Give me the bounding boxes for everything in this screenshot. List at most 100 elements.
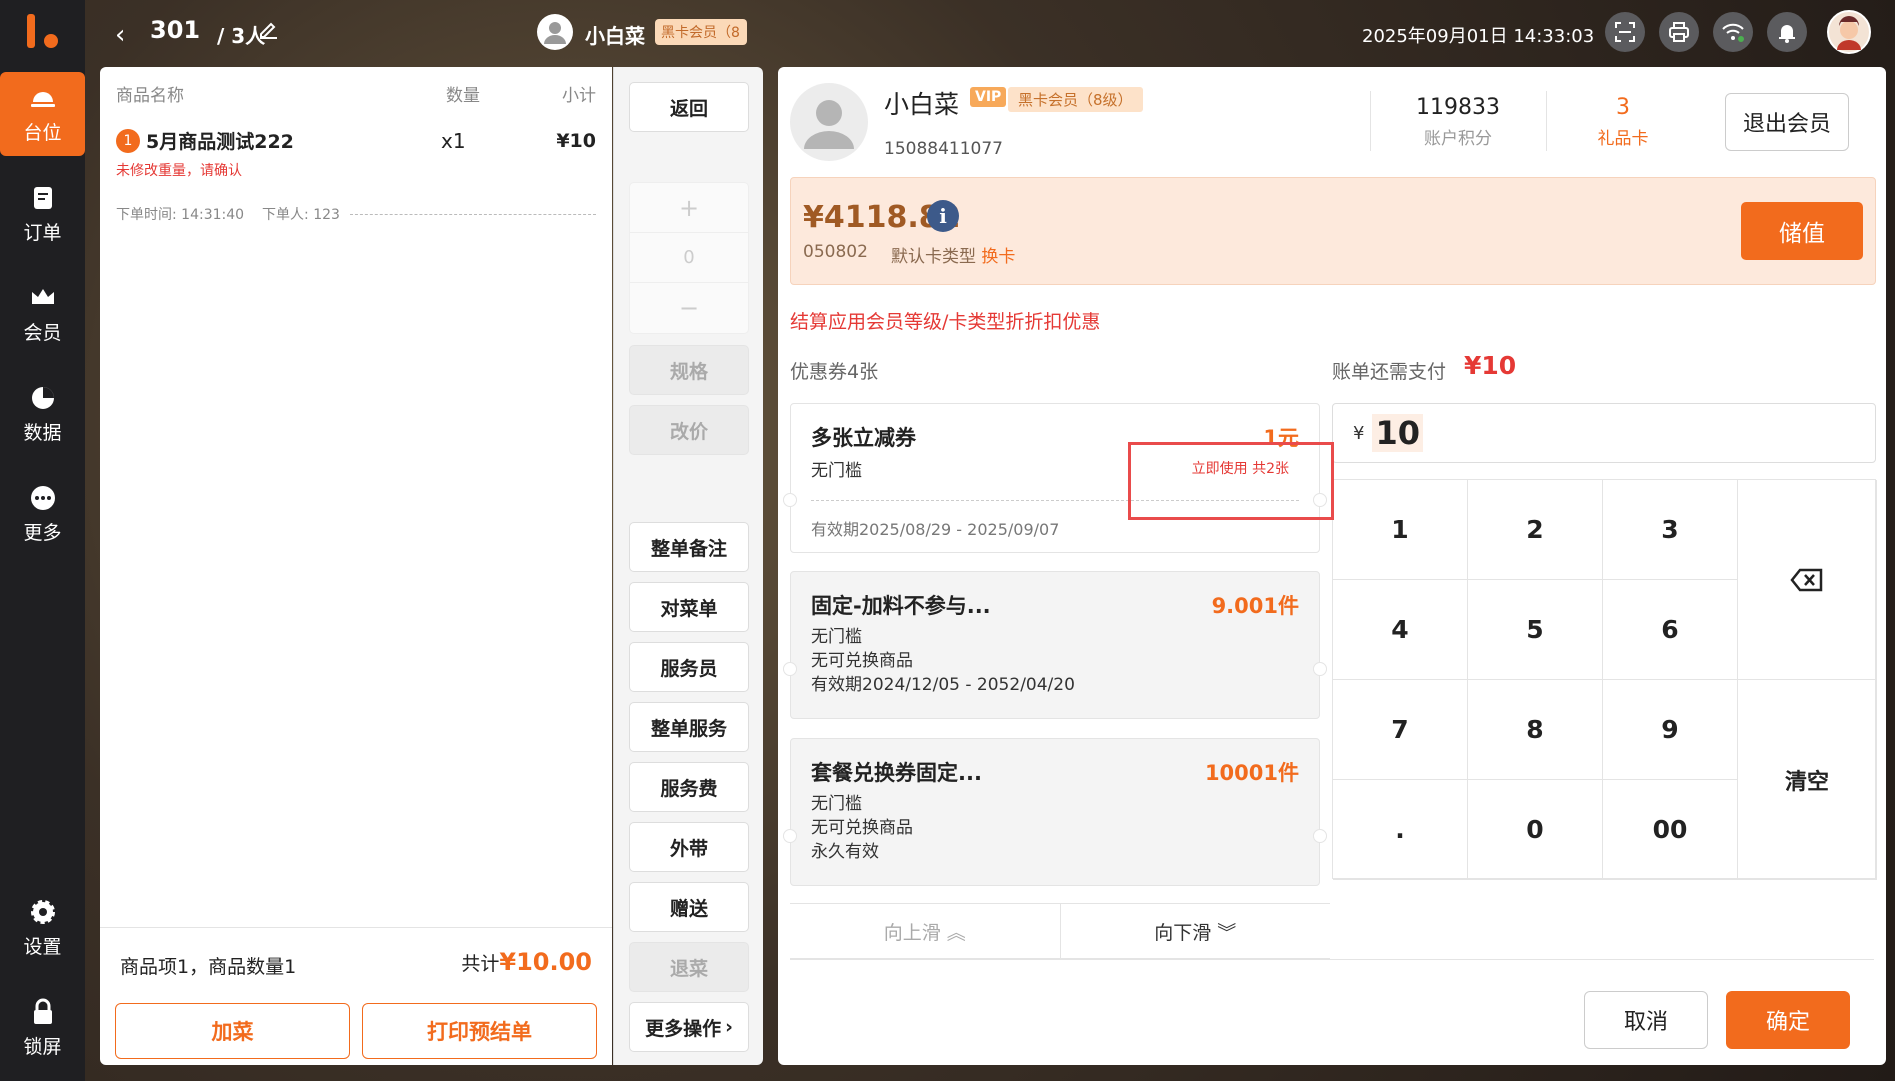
- sidebar-item-table[interactable]: 台位: [0, 72, 85, 156]
- slide-up-label: 向上滑: [883, 921, 941, 944]
- return-dish-button[interactable]: 退菜: [629, 942, 749, 992]
- wifi-button[interactable]: [1713, 12, 1753, 52]
- coupon-card[interactable]: 套餐兑换券固定... 10001件 无门槛 无可兑换商品 永久有效: [783, 738, 1327, 886]
- recharge-button[interactable]: 储值: [1741, 202, 1863, 260]
- back-button[interactable]: 返回: [629, 82, 749, 132]
- add-dish-button[interactable]: 加菜: [115, 1003, 350, 1059]
- datetime: 2025年09月01日 14:33:03: [1362, 26, 1595, 47]
- points-stat: 119833 账户积分: [1383, 95, 1533, 149]
- key-8[interactable]: 8: [1468, 680, 1603, 780]
- more-operations-button[interactable]: 更多操作 ›: [629, 1002, 749, 1052]
- top-bar: ‹ 301 / 3人 小白菜 黑卡会员（8 2025年09月01日 14:33:…: [85, 0, 1895, 66]
- notification-button[interactable]: [1767, 12, 1807, 52]
- more-icon: [30, 485, 55, 510]
- gift-card-stat[interactable]: 3 礼品卡: [1548, 95, 1698, 149]
- key-4[interactable]: 4: [1333, 580, 1468, 680]
- printer-button[interactable]: [1659, 12, 1699, 52]
- action-column: 返回 + 0 − 规格 改价 整单备注 对菜单 服务员 整单服务 服务费 外带 …: [613, 67, 763, 1065]
- slide-up-button[interactable]: 向上滑 ︽: [790, 904, 1061, 958]
- key-1[interactable]: 1: [1333, 480, 1468, 580]
- wifi-icon: [1722, 23, 1744, 42]
- col-name-header: 商品名称: [116, 86, 184, 106]
- sidebar-item-data[interactable]: 数据: [0, 372, 85, 456]
- info-icon[interactable]: i: [927, 200, 959, 232]
- order-panel: 商品名称 数量 小计 1 5月商品测试222 x1 ¥10 未修改重量，请确认 …: [100, 67, 612, 1065]
- order-icon: [33, 186, 52, 209]
- service-fee-button[interactable]: 服务费: [629, 762, 749, 812]
- member-panel: 小白菜 VIP 黑卡会员（8级） 15088411077 119833 账户积分…: [778, 67, 1886, 1065]
- edit-icon[interactable]: [257, 18, 279, 40]
- order-item[interactable]: 1 5月商品测试222 x1 ¥10 未修改重量，请确认: [116, 127, 596, 180]
- footer-divider: [790, 959, 1874, 960]
- sidebar-item-label: 订单: [23, 221, 62, 244]
- bell-icon: [1779, 25, 1795, 43]
- scan-icon: [1615, 22, 1635, 42]
- cancel-button[interactable]: 取消: [1584, 991, 1708, 1049]
- gear-icon: [30, 899, 55, 924]
- card-level-tag: 黑卡会员（8级）: [1008, 87, 1143, 112]
- gift-button[interactable]: 赠送: [629, 882, 749, 932]
- key-0[interactable]: 0: [1468, 780, 1603, 880]
- discount-note: 结算应用会员等级/卡类型折折扣优惠: [790, 311, 1101, 333]
- card-type-label: 默认卡类型: [891, 247, 976, 267]
- print-pre-bill-button[interactable]: 打印预结单: [362, 1003, 597, 1059]
- check-dish-button[interactable]: 对菜单: [629, 582, 749, 632]
- key-2[interactable]: 2: [1468, 480, 1603, 580]
- amount-due-value: ¥10: [1464, 351, 1517, 380]
- whole-note-button[interactable]: 整单备注: [629, 522, 749, 572]
- scan-button[interactable]: [1605, 12, 1645, 52]
- coupon-card[interactable]: 固定-加料不参与... 9.001件 无门槛 无可兑换商品 有效期2024/12…: [783, 571, 1327, 719]
- coupon-value: 9.001件: [1211, 594, 1299, 618]
- waiter-button[interactable]: 服务员: [629, 642, 749, 692]
- change-card-link[interactable]: 换卡: [981, 247, 1015, 267]
- coupon-title: 套餐兑换券固定...: [811, 761, 982, 785]
- sidebar-item-label: 台位: [23, 121, 62, 144]
- stepper-plus-button[interactable]: +: [630, 183, 748, 233]
- key-dot[interactable]: .: [1333, 780, 1468, 880]
- coupon-title: 多张立减券: [811, 426, 916, 450]
- order-header: 商品名称 数量 小计: [116, 81, 596, 106]
- sidebar-item-label: 会员: [23, 321, 62, 344]
- user-icon: [804, 100, 854, 149]
- coupon-threshold: 无门槛: [811, 794, 862, 814]
- numeric-keypad: 1 2 3 4 5 6 7 8 9 . 0 00 清空: [1332, 479, 1877, 880]
- coupon-notch: [783, 493, 797, 507]
- change-price-button[interactable]: 改价: [629, 405, 749, 455]
- sidebar-item-lock[interactable]: 锁屏: [0, 986, 85, 1070]
- more-operations-label: 更多操作: [645, 1017, 722, 1040]
- sidebar-item-member[interactable]: 会员: [0, 272, 85, 356]
- meta-divider: [349, 213, 596, 215]
- exit-member-button[interactable]: 退出会员: [1725, 93, 1849, 151]
- slide-down-button[interactable]: 向下滑 ︾: [1061, 904, 1331, 958]
- key-9[interactable]: 9: [1603, 680, 1738, 780]
- slide-down-label: 向下滑: [1154, 921, 1212, 944]
- stepper-minus-button[interactable]: −: [630, 283, 748, 333]
- key-00[interactable]: 00: [1603, 780, 1738, 880]
- sidebar-item-settings[interactable]: 设置: [0, 886, 85, 970]
- divider: [1370, 91, 1371, 151]
- member-avatar-small: [537, 14, 573, 50]
- sidebar-item-label: 锁屏: [23, 1035, 62, 1058]
- takeout-button[interactable]: 外带: [629, 822, 749, 872]
- key-3[interactable]: 3: [1603, 480, 1738, 580]
- coupon-validity: 永久有效: [811, 842, 879, 862]
- sidebar-item-label: 数据: [23, 421, 62, 444]
- user-avatar-button[interactable]: [1827, 10, 1871, 54]
- coupon-count: 优惠券4张: [790, 361, 879, 383]
- whole-service-button[interactable]: 整单服务: [629, 702, 749, 752]
- confirm-button[interactable]: 确定: [1726, 991, 1850, 1049]
- clear-key[interactable]: 清空: [1738, 680, 1877, 880]
- payment-amount-input[interactable]: ¥ 10: [1332, 403, 1876, 463]
- sidebar-item-order[interactable]: 订单: [0, 172, 85, 256]
- key-6[interactable]: 6: [1603, 580, 1738, 680]
- gift-card-label: 礼品卡: [1597, 129, 1649, 149]
- col-subtotal-header: 小计: [562, 86, 596, 106]
- key-7[interactable]: 7: [1333, 680, 1468, 780]
- sidebar-item-more[interactable]: 更多: [0, 472, 85, 556]
- backspace-key[interactable]: [1738, 480, 1877, 680]
- back-chevron-icon[interactable]: ‹: [115, 20, 125, 50]
- pie-chart-icon: [31, 386, 54, 409]
- spec-button[interactable]: 规格: [629, 345, 749, 395]
- balance-box: ¥4118.82 i 050802 默认卡类型 换卡 储值: [790, 177, 1876, 285]
- key-5[interactable]: 5: [1468, 580, 1603, 680]
